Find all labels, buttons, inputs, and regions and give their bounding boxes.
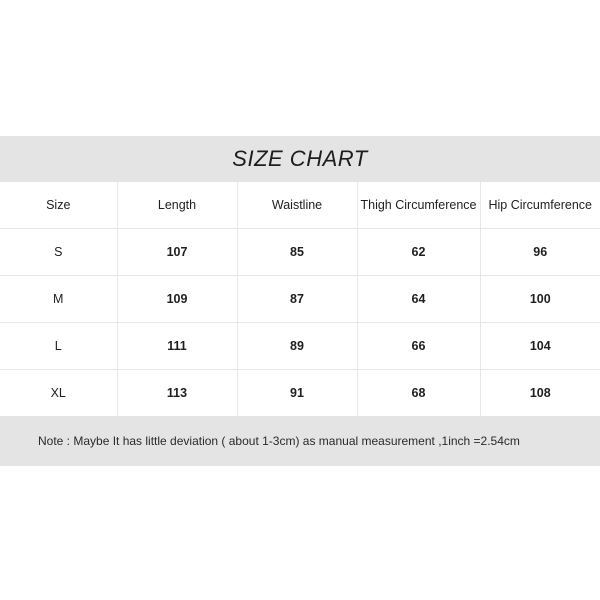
- cell-length: 109: [117, 275, 238, 323]
- cell-size: XL: [0, 369, 118, 416]
- cell-waistline: 85: [237, 228, 358, 276]
- cell-thigh: 66: [357, 322, 481, 370]
- table-row: M 109 87 64 100: [0, 275, 600, 323]
- cell-length: 111: [117, 322, 238, 370]
- table-row: S 107 85 62 96: [0, 228, 600, 276]
- column-header-size: Size: [0, 182, 118, 229]
- chart-note-band: Note : Maybe It has little deviation ( a…: [0, 416, 600, 466]
- cell-size: M: [0, 275, 118, 323]
- measurement-note: Note : Maybe It has little deviation ( a…: [38, 433, 520, 448]
- cell-hip: 100: [480, 275, 600, 323]
- cell-waistline: 89: [237, 322, 358, 370]
- table-row: XL 113 91 68 108: [0, 369, 600, 416]
- page-title: SIZE CHART: [232, 146, 368, 171]
- cell-hip: 96: [480, 228, 600, 276]
- size-chart-table: Size Length Waistline Thigh Circumferenc…: [0, 182, 600, 416]
- cell-hip: 108: [529, 386, 551, 400]
- chart-title-band: SIZE CHART: [0, 136, 600, 182]
- cell-thigh: 68: [357, 369, 481, 416]
- column-header-waistline: Waistline: [237, 182, 358, 229]
- cell-hip: 104: [480, 322, 600, 370]
- cell-waistline: 91: [237, 369, 358, 416]
- table-row: L 111 89 66 104: [0, 322, 600, 370]
- cell-length: 107: [117, 228, 238, 276]
- column-header-thigh: Thigh Circumference: [357, 182, 481, 229]
- cell-size: S: [0, 228, 118, 276]
- size-chart-block: SIZE CHART Size Length Waistline Thigh C…: [0, 136, 600, 466]
- cell-size: L: [0, 322, 118, 370]
- cell-thigh: 64: [357, 275, 481, 323]
- column-header-length: Length: [117, 182, 238, 229]
- cell-waistline: 87: [237, 275, 358, 323]
- table-header-row: Size Length Waistline Thigh Circumferenc…: [0, 182, 600, 229]
- cell-length: 113: [117, 369, 238, 416]
- size-chart-page: SIZE CHART Size Length Waistline Thigh C…: [0, 0, 600, 600]
- column-header-hip: Hip Circumference: [480, 182, 600, 229]
- cell-thigh: 62: [357, 228, 481, 276]
